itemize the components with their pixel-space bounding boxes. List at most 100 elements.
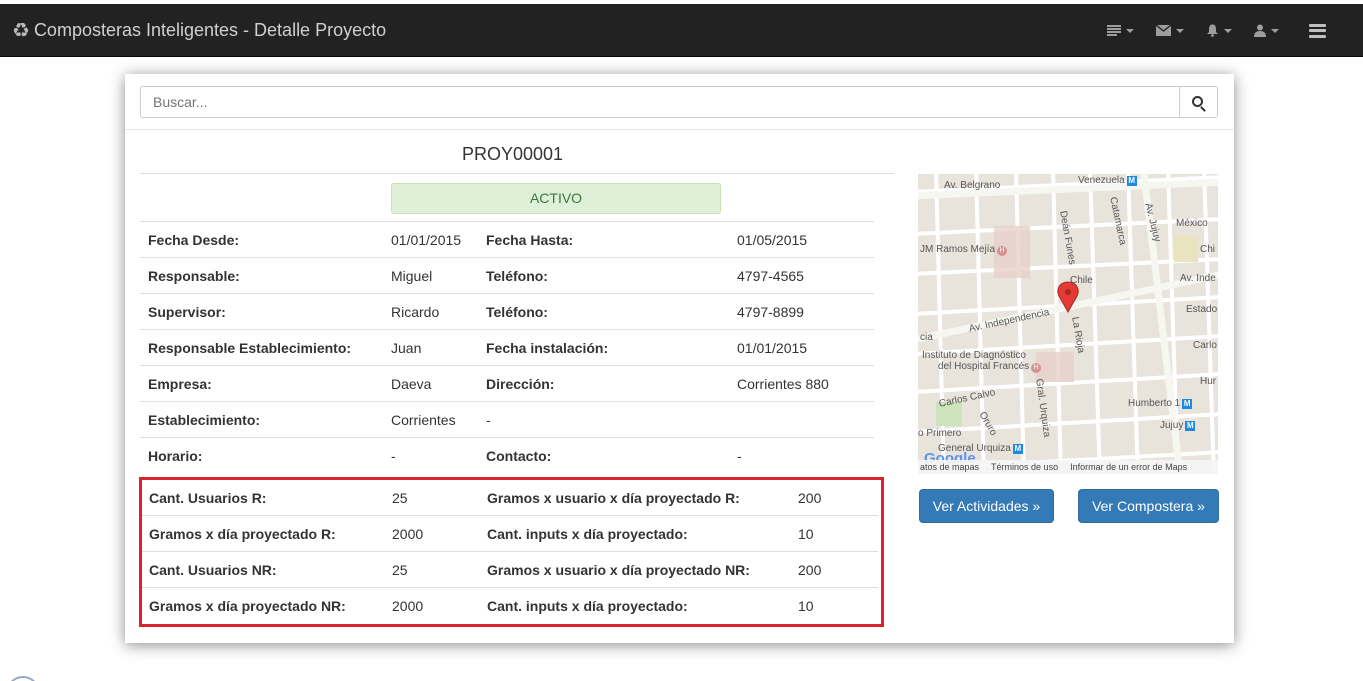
detail-label: Fecha instalación: [486,340,609,356]
alerts-dropdown[interactable] [1206,24,1232,37]
detail-value: 01/01/2015 [737,340,808,356]
map-label: Venezuela M [1078,175,1137,186]
detail-value: 4797-8899 [737,304,804,320]
table-row: Establecimiento: Corrientes - [140,402,874,438]
chevron-down-icon [1224,28,1232,33]
recycle-icon: ♻ [12,20,30,42]
detail-value: - [737,448,742,464]
status-row: ACTIVO [140,174,874,222]
details-table: Fecha Desde: 01/01/2015 Fecha Hasta: 01/… [140,222,874,474]
map-label: Av. Inde [1180,273,1216,284]
menu-icon[interactable] [1309,23,1326,38]
user-dropdown[interactable] [1254,24,1279,37]
projection-value: 25 [392,562,408,578]
search-bar [125,74,1234,130]
detail-label: Teléfono: [486,304,548,320]
detail-label: Dirección: [486,376,555,392]
table-row: Horario: - Contacto: - [140,438,874,474]
view-activities-button[interactable]: Ver Actividades » [919,489,1054,523]
detail-value: 4797-4565 [737,268,804,284]
table-row: Supervisor: Ricardo Teléfono: 4797-8899 [140,294,874,330]
detail-value: 01/01/2015 [391,232,462,248]
detail-label: Establecimiento: [148,412,261,428]
map-label: Chi [1200,244,1216,255]
table-row: Gramos x día proyectado R: 2000 Cant. in… [142,516,878,552]
brand[interactable]: ♻ Composteras Inteligentes - Detalle Pro… [12,18,386,43]
messages-dropdown[interactable] [1156,25,1184,36]
projection-label: Gramos x usuario x día proyectado R: [487,490,740,506]
chevron-down-icon [1271,28,1279,33]
map-footer: atos de mapas Términos de uso Informar d… [918,460,1218,474]
detail-label: Fecha Desde: [148,232,240,248]
detail-value: Juan [391,340,422,356]
detail-label: Fecha Hasta: [486,232,574,248]
app-title: Composteras Inteligentes - Detalle Proye… [33,20,387,40]
projection-value: 200 [798,490,822,506]
table-row: Cant. Usuarios NR: 25 Gramos x usuario x… [142,552,878,588]
table-row: Empresa: Daeva Dirección: Corrientes 880 [140,366,874,402]
projection-value: 25 [392,490,408,506]
user-icon [1254,24,1266,37]
projection-label: Cant. Usuarios R: [149,490,267,506]
metro-icon: M [1012,444,1023,454]
detail-label: Horario: [148,448,203,464]
detail-label: Supervisor: [148,304,226,320]
detail-value: Ricardo [391,304,440,320]
view-composter-button[interactable]: Ver Compostera » [1078,489,1219,523]
map-label: Estado [1186,304,1218,315]
map-label: México [1176,218,1208,229]
detail-label: Empresa: [148,376,212,392]
projection-value: 200 [798,562,822,578]
map-report-link[interactable]: Informar de un error de Maps [1070,462,1187,472]
metro-icon: M [1185,421,1196,431]
map-label: JM Ramos Mejía H [920,244,1008,256]
bell-icon [1207,24,1218,37]
projection-label: Gramos x día proyectado NR: [149,598,346,614]
map-label: Hur [1200,376,1217,387]
projection-label: Gramos x usuario x día proyectado NR: [487,562,750,578]
search-button[interactable] [1179,86,1218,118]
nav-icons [1107,4,1363,57]
table-row: Fecha Desde: 01/01/2015 Fecha Hasta: 01/… [140,222,874,258]
detail-value: - [391,448,396,464]
top-navbar: ♻ Composteras Inteligentes - Detalle Pro… [0,4,1363,57]
search-icon [1192,95,1203,107]
hospital-icon: H [1031,363,1042,373]
chevron-down-icon [1176,28,1184,33]
detail-value: Daeva [391,376,432,392]
projection-value: 2000 [392,598,424,614]
map-label: Av. Belgrano [944,180,1001,191]
map-data-link[interactable]: atos de mapas [920,462,979,472]
projections-highlight: Cant. Usuarios R: 25 Gramos x usuario x … [139,477,884,627]
map-label: Humberto 1M [1128,398,1193,409]
search-input[interactable] [140,86,1180,118]
detail-label: Teléfono: [486,268,548,284]
detail-value: Miguel [391,268,433,284]
project-code: PROY00001 [140,138,894,174]
table-row: Responsable Establecimiento: Juan Fecha … [140,330,874,366]
projection-label: Cant. inputs x día proyectado: [487,598,688,614]
projection-value: 10 [798,526,814,542]
map-label: o Primero [918,428,962,439]
map-label: Chile [1070,275,1093,286]
detail-value: 01/05/2015 [737,232,808,248]
map-label: del Hospital Francés H [938,361,1042,373]
detail-value: Corrientes 880 [737,376,829,392]
map-label: Instituto de Diagnóstico [922,350,1026,361]
location-map[interactable]: Av. Belgrano Venezuela M Deán Funes Catam… [918,174,1218,474]
chevron-down-icon [1126,28,1134,33]
projection-label: Cant. inputs x día proyectado: [487,526,688,542]
table-row: Responsable: Miguel Teléfono: 4797-4565 [140,258,874,294]
projection-value: 2000 [392,526,424,542]
status-badge: ACTIVO [391,183,721,214]
corner-widget-icon[interactable] [6,676,40,681]
tasks-icon [1107,25,1121,36]
detail-label: Responsable Establecimiento: [148,340,352,356]
map-label: cia [920,332,933,343]
projection-label: Gramos x día proyectado R: [149,526,336,542]
envelope-icon [1156,25,1171,36]
tasks-dropdown[interactable] [1107,25,1134,36]
map-terms-link[interactable]: Términos de uso [991,462,1058,472]
detail-label: Responsable: [148,268,240,284]
metro-icon: M [1182,399,1193,409]
